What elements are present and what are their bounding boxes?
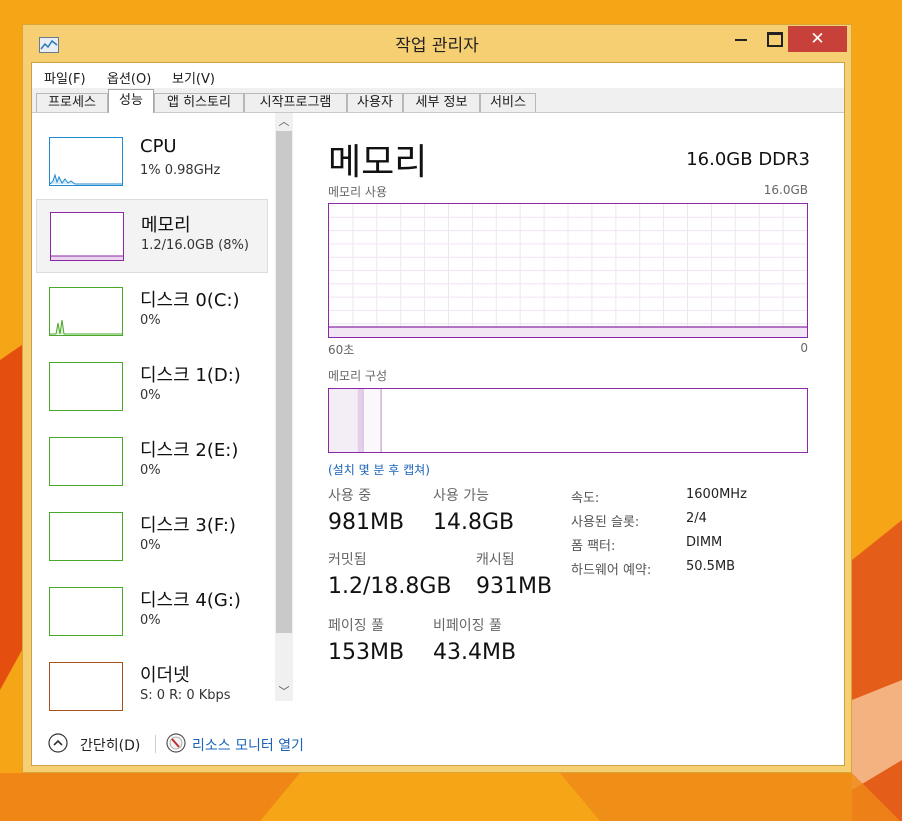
time-axis-end: 0 [800, 341, 808, 355]
available-value: 14.8GB [433, 510, 515, 535]
sidebar-item-disk-1[interactable]: 디스크 1(D:) 0% [36, 350, 268, 424]
spec-speed-key: 속도: [571, 491, 600, 506]
tab-startup[interactable]: 시작프로그램 [244, 93, 347, 112]
sidebar-item-name: 디스크 2(E:) [140, 440, 239, 461]
tab-processes[interactable]: 프로세스 [36, 93, 108, 112]
close-button[interactable]: ✕ [788, 26, 847, 52]
task-manager-window: 작업 관리자 ✕ 파일(F) 옵션(O) 보기(V) 프로세스 성능 앱 히스토… [22, 24, 852, 773]
sidebar-item-name: 디스크 0(C:) [140, 290, 240, 311]
performance-panel: CPU 1% 0.98GHz 메모리 1.2/16.0GB (8%) 디스크 0… [32, 113, 844, 765]
sidebar-item-name: 디스크 3(F:) [140, 515, 236, 536]
memory-spec: 16.0GB DDR3 [686, 149, 810, 170]
usage-graph-label: 메모리 사용 [328, 185, 388, 199]
spec-hw-reserved-key: 하드웨어 예약: [571, 563, 652, 578]
time-axis-start: 60초 [328, 343, 355, 357]
nonpaged-pool-value: 43.4MB [433, 640, 517, 665]
tab-services[interactable]: 서비스 [480, 93, 536, 112]
sidebar-item-name: 이더넷 [140, 665, 190, 686]
memory-composition-bar [328, 388, 808, 453]
close-icon: ✕ [810, 29, 825, 49]
sidebar-item-value: 0% [140, 388, 161, 403]
cached-label: 캐시됨 [476, 552, 515, 568]
available-label: 사용 가능 [433, 488, 489, 504]
memory-thumbnail-graph [50, 212, 124, 261]
sidebar-item-disk-3[interactable]: 디스크 3(F:) 0% [36, 500, 268, 574]
sidebar-item-value: 0% [140, 613, 161, 628]
page-title: 메모리 [328, 142, 428, 183]
sidebar-item-disk-0[interactable]: 디스크 0(C:) 0% [36, 275, 268, 349]
sidebar-item-disk-4[interactable]: 디스크 4(G:) 0% [36, 575, 268, 649]
spec-slots-value: 2/4 [686, 511, 707, 526]
title-bar[interactable]: 작업 관리자 ✕ [23, 25, 851, 61]
committed-value: 1.2/18.8GB [328, 574, 452, 599]
tab-details[interactable]: 세부 정보 [403, 93, 480, 112]
ethernet-thumbnail-graph [49, 662, 123, 711]
sidebar-item-name: 디스크 1(D:) [140, 365, 241, 386]
fewer-details-button[interactable]: 간단히(D) [80, 735, 140, 755]
disk-thumbnail-graph [49, 362, 123, 411]
cached-value: 931MB [476, 574, 553, 599]
menu-bar: 파일(F) 옵션(O) 보기(V) [32, 63, 844, 88]
sidebar-item-ethernet[interactable]: 이더넷 S: 0 R: 0 Kbps [36, 650, 268, 723]
disk-thumbnail-graph [49, 512, 123, 561]
tab-users[interactable]: 사용자 [347, 93, 403, 112]
client-area: 파일(F) 옵션(O) 보기(V) 프로세스 성능 앱 히스토리 시작프로그램 … [31, 62, 845, 766]
menu-view[interactable]: 보기(V) [172, 68, 215, 87]
footer-bar: 간단히(D) 리소스 모니터 열기 [32, 725, 844, 765]
sidebar-item-value: 1% 0.98GHz [140, 163, 221, 178]
spec-hw-reserved-value: 50.5MB [686, 559, 736, 574]
in-use-label: 사용 중 [328, 488, 372, 504]
maximize-button[interactable] [760, 26, 790, 52]
scroll-down-arrow-icon[interactable]: ﹀ [275, 683, 293, 701]
composition-label: 메모리 구성 [328, 369, 388, 383]
scroll-up-arrow-icon[interactable]: ︿ [275, 113, 293, 131]
sidebar-item-value: 0% [140, 538, 161, 553]
collapse-chevron-up-icon[interactable] [48, 733, 68, 753]
sidebar-item-name: CPU [140, 136, 177, 157]
in-use-value: 981MB [328, 510, 405, 535]
sidebar-item-value: 1.2/16.0GB (8%) [141, 238, 249, 253]
minimize-icon [735, 38, 747, 41]
menu-options[interactable]: 옵션(O) [107, 68, 151, 87]
tab-strip: 프로세스 성능 앱 히스토리 시작프로그램 사용자 세부 정보 서비스 [32, 88, 844, 113]
cpu-thumbnail-graph [49, 137, 123, 186]
spec-slots-key: 사용된 슬롯: [571, 515, 640, 530]
paged-pool-label: 페이징 풀 [328, 618, 384, 634]
disk-thumbnail-graph [49, 587, 123, 636]
sidebar-item-value: S: 0 R: 0 Kbps [140, 688, 231, 703]
sidebar-item-value: 0% [140, 313, 161, 328]
menu-file[interactable]: 파일(F) [44, 68, 86, 87]
open-resource-monitor-link[interactable]: 리소스 모니터 열기 [192, 735, 304, 755]
tab-app-history[interactable]: 앱 히스토리 [154, 93, 244, 112]
sidebar-item-disk-2[interactable]: 디스크 2(E:) 0% [36, 425, 268, 499]
maximize-icon [767, 32, 783, 47]
sidebar-item-memory[interactable]: 메모리 1.2/16.0GB (8%) [36, 199, 268, 273]
spec-form-factor-key: 폼 팩터: [571, 539, 616, 554]
disk-thumbnail-graph [49, 437, 123, 486]
scrollbar-thumb[interactable] [276, 131, 292, 633]
sidebar-item-name: 디스크 4(G:) [140, 590, 241, 611]
sidebar-item-name: 메모리 [141, 215, 191, 236]
nonpaged-pool-label: 비페이징 풀 [433, 618, 502, 634]
paged-pool-value: 153MB [328, 640, 405, 665]
spec-speed-value: 1600MHz [686, 487, 747, 502]
sidebar-item-value: 0% [140, 463, 161, 478]
resource-monitor-icon[interactable] [166, 733, 186, 753]
minimize-button[interactable] [726, 26, 756, 52]
footer-divider [155, 735, 156, 753]
memory-usage-graph [328, 203, 808, 338]
sidebar-scrollbar[interactable]: ︿ ﹀ [275, 113, 293, 701]
usage-graph-max: 16.0GB [763, 183, 808, 197]
resource-sidebar: CPU 1% 0.98GHz 메모리 1.2/16.0GB (8%) 디스크 0… [32, 113, 312, 723]
tab-performance[interactable]: 성능 [108, 89, 154, 113]
memory-detail-pane: 메모리 16.0GB DDR3 메모리 사용 16.0GB 60초 0 메모리 … [328, 113, 810, 723]
sidebar-item-cpu[interactable]: CPU 1% 0.98GHz [36, 125, 268, 199]
spec-form-factor-value: DIMM [686, 535, 723, 550]
committed-label: 커밋됨 [328, 552, 367, 568]
capture-note-link[interactable]: (설치 몇 분 후 캡쳐) [328, 461, 430, 478]
disk-thumbnail-graph [49, 287, 123, 336]
